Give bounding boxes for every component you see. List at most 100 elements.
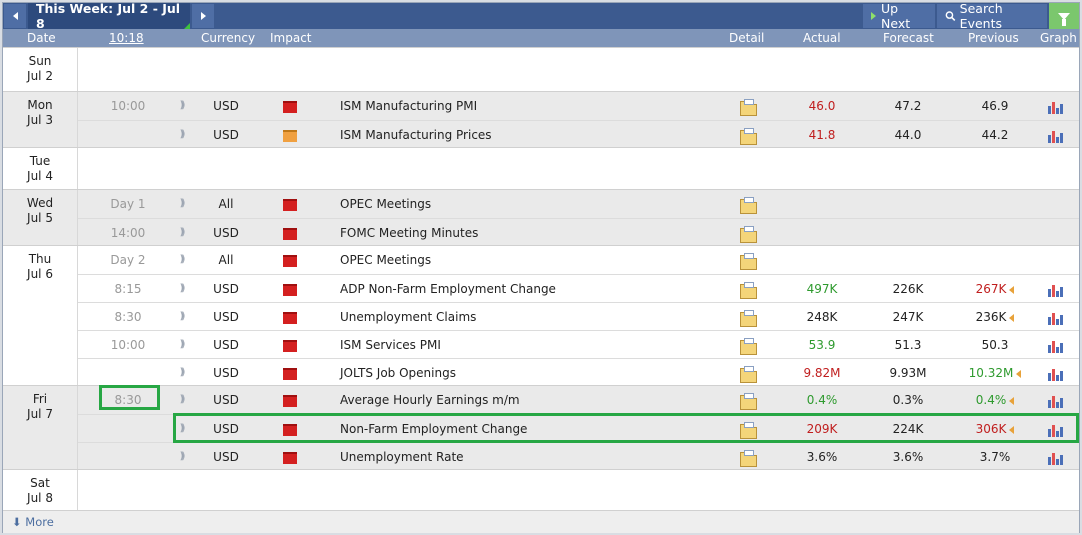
event-row[interactable]: 8:15))) USD ADP Non-Farm Employment Change… [78, 274, 1079, 302]
day-date: Jul 8 [27, 491, 53, 505]
sound-icon[interactable]: ))) [174, 331, 188, 359]
event-cells: ))) USD ISM Manufacturing Prices 41.8 44.0 44… [3, 121, 1079, 149]
sound-icon[interactable]: ))) [174, 275, 188, 303]
event-row[interactable]: 8:30))) USD Average Hourly Earnings m/m 0.4… [78, 386, 1079, 414]
bar-graph-icon[interactable] [1048, 121, 1066, 149]
event-time [95, 443, 161, 471]
graph-bar-shape [1052, 341, 1055, 353]
detail-folder-icon[interactable] [738, 443, 758, 471]
event-currency: All [218, 253, 234, 267]
sound-icon[interactable]: ))) [174, 386, 188, 414]
event-previous: 3.7% [960, 443, 1030, 471]
detail-folder-icon[interactable] [738, 331, 758, 359]
sound-icon[interactable]: ))) [174, 121, 188, 149]
event-name[interactable]: FOMC Meeting Minutes [340, 219, 720, 247]
up-next-button[interactable]: Up Next [863, 1, 935, 31]
col-detail: Detail [729, 31, 765, 45]
highlight-row-box [173, 413, 1079, 443]
event-row[interactable]: Day 2))) All OPEC Meetings [78, 246, 1079, 274]
revised-marker-icon[interactable] [1016, 369, 1022, 378]
col-time-current[interactable]: 10:18 [109, 31, 144, 45]
graph-bar-shape [1048, 400, 1051, 408]
detail-folder-icon[interactable] [738, 219, 758, 247]
bar-graph-icon[interactable] [1048, 303, 1066, 331]
folder-shape [740, 99, 757, 116]
detail-folder-icon[interactable] [738, 359, 758, 387]
sound-icon[interactable]: ))) [174, 246, 188, 274]
event-name[interactable]: OPEC Meetings [340, 246, 720, 274]
event-name[interactable]: Average Hourly Earnings m/m [340, 386, 720, 414]
event-previous-value: 0.4% [975, 393, 1007, 407]
bar-graph-icon[interactable] [1048, 275, 1066, 303]
graph-bar-shape [1060, 133, 1063, 143]
event-name[interactable]: ISM Services PMI [340, 331, 720, 359]
sound-icon[interactable]: ))) [174, 92, 188, 120]
bar-graph-icon[interactable] [1048, 386, 1066, 414]
impact-folder-shape [283, 312, 297, 324]
sound-icon[interactable]: ))) [174, 359, 188, 387]
detail-folder-icon[interactable] [738, 303, 758, 331]
impact-high-icon [281, 190, 297, 218]
event-row[interactable]: 8:30))) USD Unemployment Claims 248K 247K 236… [78, 302, 1079, 330]
event-time: 10:00 [110, 99, 146, 113]
event-name[interactable]: ISM Manufacturing Prices [340, 121, 720, 149]
next-week-button[interactable] [192, 4, 214, 28]
event-name[interactable]: Unemployment Rate [340, 443, 720, 471]
graph-bar-shape [1048, 135, 1051, 143]
more-link[interactable]: ⬇ More [12, 515, 54, 529]
search-events-button[interactable]: Search Events [937, 1, 1047, 31]
sound-icon[interactable]: ))) [174, 219, 188, 247]
detail-folder-icon[interactable] [738, 121, 758, 149]
event-currency: USD [213, 282, 239, 296]
sound-icon[interactable]: ))) [174, 190, 188, 218]
graph-bar-shape [1052, 453, 1055, 465]
event-time [95, 359, 161, 387]
impact-folder-shape [283, 395, 297, 407]
impact-folder-shape [283, 228, 297, 240]
event-row[interactable]: Day 1))) All OPEC Meetings [78, 190, 1079, 218]
detail-folder-icon[interactable] [738, 386, 758, 414]
event-row[interactable]: 10:00))) USD ISM Manufacturing PMI 46.0 47.2… [78, 92, 1079, 120]
event-cells: ))) USD JOLTS Job Openings 9.82M 9.93M 10.32M [3, 359, 1079, 387]
detail-folder-icon[interactable] [738, 275, 758, 303]
event-row[interactable]: 14:00))) USD FOMC Meeting Minutes [78, 218, 1079, 246]
revised-marker-icon[interactable] [1009, 313, 1015, 322]
prev-week-button[interactable] [4, 4, 26, 28]
download-arrow-icon: ⬇ [12, 515, 22, 529]
bar-graph-icon[interactable] [1048, 92, 1066, 120]
event-actual: 3.6% [806, 450, 838, 464]
sound-icon[interactable]: ))) [174, 303, 188, 331]
graph-bar-shape [1060, 104, 1063, 114]
detail-folder-icon[interactable] [738, 92, 758, 120]
event-currency: USD [213, 338, 239, 352]
event-name[interactable]: JOLTS Job Openings [340, 359, 720, 387]
event-name[interactable]: OPEC Meetings [340, 190, 720, 218]
filter-button[interactable] [1049, 3, 1079, 29]
impact-medium-icon [281, 121, 297, 149]
day-divider [77, 148, 78, 190]
event-row[interactable]: ))) USD JOLTS Job Openings 9.82M 9.93M 10.32M [78, 358, 1079, 386]
detail-folder-icon[interactable] [738, 190, 758, 218]
event-previous-value: 3.7% [979, 450, 1011, 464]
day-date: Jul 4 [27, 169, 53, 183]
event-previous: 236K [960, 303, 1030, 331]
day-block: Sun Jul 2 [3, 47, 1079, 92]
bar-graph-icon[interactable] [1048, 331, 1066, 359]
revised-marker-icon[interactable] [1009, 285, 1015, 294]
revised-marker-icon[interactable] [1009, 396, 1015, 405]
event-row[interactable]: ))) USD Unemployment Rate 3.6% 3.6% 3.7% [78, 442, 1079, 470]
detail-folder-icon[interactable] [738, 246, 758, 274]
event-forecast: 9.93M [889, 366, 927, 380]
event-row[interactable]: 10:00))) USD ISM Services PMI 53.9 51.3 50.3 [78, 330, 1079, 358]
bar-graph-icon[interactable] [1048, 359, 1066, 387]
event-name[interactable]: Unemployment Claims [340, 303, 720, 331]
event-currency: USD [213, 128, 239, 142]
event-row[interactable]: ))) USD ISM Manufacturing Prices 41.8 44.0 44… [78, 120, 1079, 148]
sound-icon[interactable]: ))) [174, 443, 188, 471]
event-actual: 9.82M [803, 366, 841, 380]
event-name[interactable]: ADP Non-Farm Employment Change [340, 275, 720, 303]
bar-graph-icon[interactable] [1048, 443, 1066, 471]
event-previous [960, 219, 1030, 247]
col-forecast: Forecast [883, 31, 934, 45]
event-name[interactable]: ISM Manufacturing PMI [340, 92, 720, 120]
